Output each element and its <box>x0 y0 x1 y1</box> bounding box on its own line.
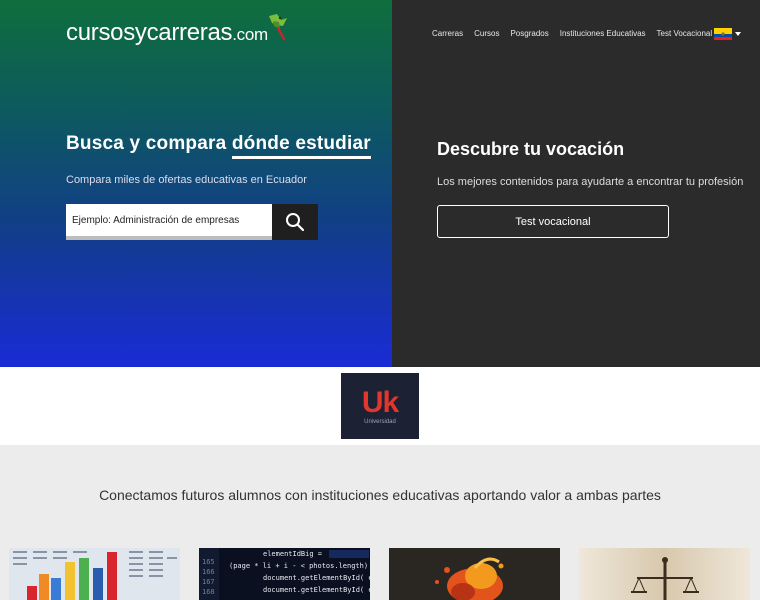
card-image-art[interactable] <box>389 548 560 600</box>
main-nav: Carreras Cursos Posgrados Instituciones … <box>432 29 712 38</box>
nav-test-vocacional[interactable]: Test Vocacional <box>657 29 713 38</box>
hero-left-title: Busca y compara dónde estudiar <box>66 133 371 159</box>
nav-posgrados[interactable]: Posgrados <box>510 29 548 38</box>
hero-section: cursosycarreras.com Carreras Cursos Posg… <box>0 0 760 367</box>
site-logo[interactable]: cursosycarreras.com <box>66 19 268 47</box>
partner-uk-logo[interactable]: Uk Universidad <box>341 373 419 439</box>
uk-logo-letters: Uk <box>361 385 399 419</box>
search-button[interactable] <box>272 204 318 240</box>
card-image-code[interactable]: 165 166 167 168 elementIdBig = (page * l… <box>199 548 370 600</box>
test-vocacional-button[interactable]: Test vocacional <box>437 205 669 238</box>
bird-logo-icon <box>269 14 287 41</box>
hero-right-title: Descubre tu vocación <box>437 139 625 159</box>
code-line: document.getElementById( eleme <box>263 574 370 582</box>
nav-carreras[interactable]: Carreras <box>432 29 463 38</box>
card-image-law[interactable] <box>579 548 750 600</box>
card-image-finance[interactable] <box>9 548 180 600</box>
ecuador-flag-icon[interactable] <box>714 28 732 40</box>
hero-right-subtitle: Los mejores contenidos para ayudarte a e… <box>437 176 744 188</box>
logo-main-text: cursosycarreras <box>66 19 233 46</box>
title-plain: Busca y compara <box>66 133 232 154</box>
finance-chart-image <box>9 548 180 600</box>
title-underlined: dónde estudiar <box>231 133 371 159</box>
nav-cursos[interactable]: Cursos <box>474 29 499 38</box>
search-input[interactable] <box>72 214 272 226</box>
nav-instituciones[interactable]: Instituciones Educativas <box>560 29 646 38</box>
paint-splash-image <box>389 548 560 600</box>
line-number: 168 <box>202 588 215 596</box>
code-line: (page * li + i - < photos.length) { <box>229 562 370 570</box>
language-dropdown-caret-icon[interactable] <box>735 32 741 36</box>
scales-justice-image <box>579 548 750 600</box>
line-number: 165 <box>202 558 215 566</box>
code-line: document.getElementById( eleme <box>263 586 370 594</box>
search-icon <box>286 213 305 232</box>
code-line: elementIdBig = <box>263 550 322 558</box>
tagline: Conectamos futuros alumnos con instituci… <box>99 487 661 503</box>
line-number: 167 <box>202 578 215 586</box>
search-field-wrapper <box>66 204 272 240</box>
hero-left-subtitle: Compara miles de ofertas educativas en E… <box>66 174 307 186</box>
code-editor-image: 165 166 167 168 elementIdBig = (page * l… <box>199 548 370 600</box>
uk-logo-word: Universidad <box>364 418 396 425</box>
line-number: 166 <box>202 568 215 576</box>
